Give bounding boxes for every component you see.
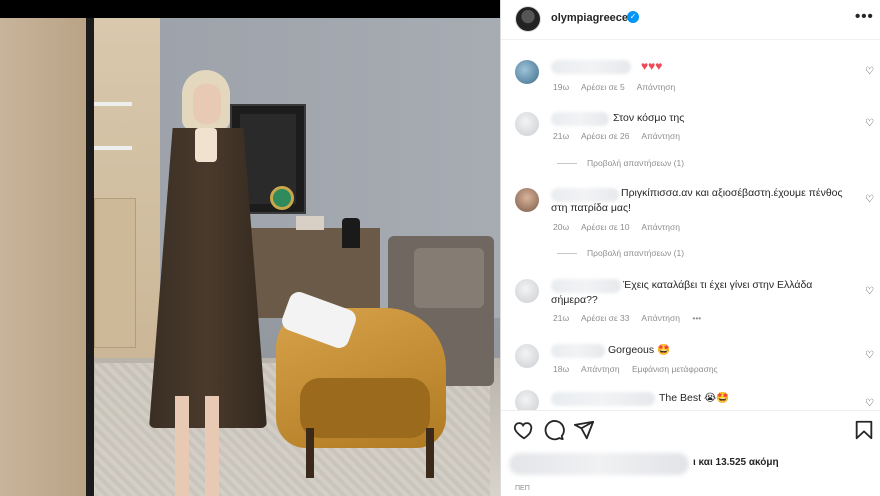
likes-count-link[interactable]: Αρέσει σε 26 <box>581 131 629 141</box>
view-replies-button[interactable]: Προβολή απαντήσεων (1) <box>557 158 684 168</box>
like-comment-icon[interactable]: ♡ <box>865 398 874 409</box>
commenter-avatar[interactable] <box>515 112 539 136</box>
heart-icon[interactable] <box>513 419 535 441</box>
comment-options-icon[interactable]: ••• <box>692 313 701 323</box>
comment-text: Στον κόσμο της <box>613 112 685 124</box>
like-comment-icon[interactable]: ♡ <box>865 350 874 361</box>
reply-button[interactable]: Απάντηση <box>641 222 680 232</box>
view-replies-button[interactable]: Προβολή απαντήσεων (1) <box>557 248 684 258</box>
blurred-username <box>551 392 655 406</box>
bookmark-icon[interactable] <box>853 419 875 441</box>
likes-count-link[interactable]: Αρέσει σε 10 <box>581 222 629 232</box>
comment-meta: 18ω Απάντηση Εμφάνιση μετάφρασης <box>553 364 718 374</box>
comment-meta: 21ω Αρέσει σε 33 Απάντηση ••• <box>553 313 702 323</box>
commenter-avatar[interactable] <box>515 344 539 368</box>
blurred-username <box>551 60 631 74</box>
like-comment-icon[interactable]: ♡ <box>865 286 874 297</box>
blurred-liked-by <box>509 453 689 475</box>
comment-text: ♥♥♥ <box>641 59 663 73</box>
more-options-icon[interactable]: ••• <box>855 8 874 25</box>
blurred-username <box>551 112 609 126</box>
reply-button[interactable]: Απάντηση <box>581 364 620 374</box>
commenter-avatar[interactable] <box>515 188 539 212</box>
comment-meta: 21ω Αρέσει σε 26 Απάντηση <box>553 131 680 141</box>
likes-count-link[interactable]: Αρέσει σε 33 <box>581 313 629 323</box>
mirror-selfie-image <box>0 18 500 496</box>
post-photo[interactable] <box>0 0 500 496</box>
profile-avatar[interactable] <box>515 6 541 32</box>
like-comment-icon[interactable]: ♡ <box>865 118 874 129</box>
likes-summary[interactable]: ι και 13.525 ακόμη <box>693 457 779 468</box>
comment-icon[interactable] <box>543 419 565 441</box>
blurred-username <box>551 344 605 358</box>
comment-text: The Best 😭🤩 <box>659 392 730 404</box>
commenter-avatar[interactable] <box>515 279 539 303</box>
profile-username[interactable]: olympiagreece <box>551 12 628 24</box>
woman-figure <box>135 66 275 496</box>
verified-badge-icon: ✓ <box>627 11 639 23</box>
photo-top-bar <box>0 0 500 18</box>
post-date: ΠΕΠ <box>515 485 530 492</box>
comment-text: Gorgeous 🤩 <box>608 344 671 356</box>
reply-button[interactable]: Απάντηση <box>641 313 680 323</box>
post-header: olympiagreece ✓ ••• <box>501 0 880 40</box>
like-comment-icon[interactable]: ♡ <box>865 194 874 205</box>
comment-meta: 20ω Αρέσει σε 10 Απάντηση <box>553 222 680 232</box>
commenter-avatar[interactable] <box>515 60 539 84</box>
comment-text: Πριγκίπισσα.αν και αξιοσέβαστη.έχουμε πέ… <box>551 187 843 214</box>
like-comment-icon[interactable]: ♡ <box>865 66 874 77</box>
share-icon[interactable] <box>573 419 595 441</box>
show-translation-button[interactable]: Εμφάνιση μετάφρασης <box>632 364 718 374</box>
comment-meta: 19ω Αρέσει σε 5 Απάντηση <box>553 82 676 92</box>
comment-text: Έχεις καταλάβει τι έχει γίνει στην Ελλάδ… <box>551 279 813 306</box>
reply-button[interactable]: Απάντηση <box>641 131 680 141</box>
post-actions-bar: ι και 13.525 ακόμη ΠΕΠ <box>501 410 880 496</box>
phone <box>195 128 217 162</box>
reply-button[interactable]: Απάντηση <box>637 82 676 92</box>
likes-count-link[interactable]: Αρέσει σε 5 <box>581 82 625 92</box>
comments-panel: olympiagreece ✓ ••• ♥♥♥ 19ω Αρέσει σε 5 … <box>500 0 880 496</box>
